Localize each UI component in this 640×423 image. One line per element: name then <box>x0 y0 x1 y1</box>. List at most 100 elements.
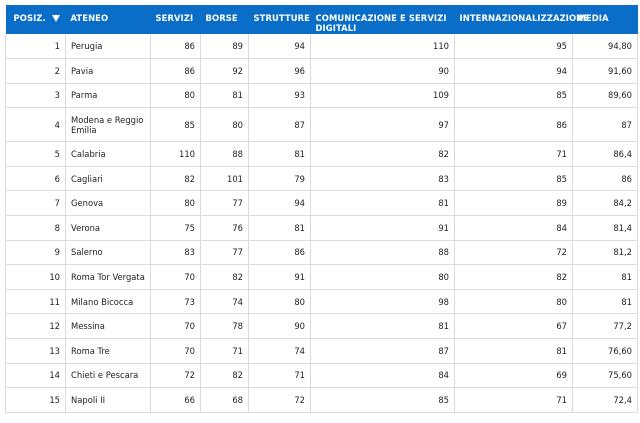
cell-servizi: 86 <box>150 58 201 84</box>
cell-borse: 76 <box>200 215 249 241</box>
header-internazionalizzazione[interactable]: INTERNAZIONALIZZAZIONE <box>454 5 589 34</box>
cell-internazionalizzazione: 80 <box>454 289 573 315</box>
header-ateneo[interactable]: ATENEO <box>65 5 151 34</box>
cell-media: 81,2 <box>572 240 638 266</box>
cell-strutture: 94 <box>248 34 311 60</box>
cell-strutture: 72 <box>248 387 311 413</box>
header-comunicazione[interactable]: COMUNICAZIONE E SERVIZI DIGITALI <box>310 5 455 34</box>
cell-internazionalizzazione: 94 <box>454 58 573 84</box>
cell-comunicazione: 97 <box>310 107 455 143</box>
cell-ateneo: Messina <box>65 313 151 340</box>
cell-borse: 92 <box>200 58 249 84</box>
cell-posiz: 6 <box>5 166 66 192</box>
cell-internazionalizzazione: 85 <box>454 166 573 192</box>
table-row: 5 Calabria 110 88 81 82 71 86,4 <box>5 141 638 167</box>
table-row: 8 Verona 75 76 81 91 84 81,4 <box>5 215 638 241</box>
header-borse[interactable]: BORSE <box>200 5 249 34</box>
header-strutture[interactable]: STRUTTURE <box>248 5 311 34</box>
cell-ateneo: Cagliari <box>65 166 151 192</box>
cell-ateneo: Verona <box>65 215 151 241</box>
cell-strutture: 71 <box>248 363 311 389</box>
cell-comunicazione: 109 <box>310 83 455 109</box>
cell-servizi: 66 <box>150 387 201 413</box>
cell-media: 72,4 <box>572 387 638 413</box>
cell-media: 77,2 <box>572 313 638 340</box>
cell-media: 84,2 <box>572 190 638 217</box>
cell-ateneo: Genova <box>65 190 151 217</box>
cell-comunicazione: 80 <box>310 264 455 290</box>
cell-posiz: 1 <box>5 34 66 60</box>
cell-servizi: 70 <box>150 313 201 340</box>
cell-comunicazione: 110 <box>310 34 455 60</box>
cell-borse: 82 <box>200 363 249 389</box>
cell-media: 94,80 <box>572 34 638 60</box>
cell-strutture: 93 <box>248 83 311 109</box>
cell-comunicazione: 85 <box>310 387 455 413</box>
cell-borse: 77 <box>200 190 249 217</box>
cell-internazionalizzazione: 71 <box>454 387 573 413</box>
cell-servizi: 70 <box>150 338 201 364</box>
table-row: 4 Modena e Reggio Emilia 85 80 87 97 86 87 <box>5 107 638 143</box>
header-servizi[interactable]: SERVIZI <box>150 5 201 34</box>
header-posiz-label: POSIZ. <box>13 13 46 23</box>
cell-media: 75,60 <box>572 363 638 389</box>
cell-strutture: 79 <box>248 166 311 192</box>
cell-strutture: 96 <box>248 58 311 84</box>
cell-servizi: 73 <box>150 289 201 315</box>
header-media[interactable]: MEDIA <box>572 5 638 34</box>
table-row: 15 Napoli II 66 68 72 85 71 72,4 <box>5 387 638 413</box>
cell-media: 81,4 <box>572 215 638 241</box>
cell-strutture: 87 <box>248 107 311 143</box>
cell-strutture: 91 <box>248 264 311 290</box>
cell-servizi: 72 <box>150 363 201 389</box>
cell-internazionalizzazione: 82 <box>454 264 573 290</box>
cell-ateneo: Salerno <box>65 240 151 266</box>
cell-posiz: 8 <box>5 215 66 241</box>
header-posiz[interactable]: POSIZ. <box>5 5 66 34</box>
cell-servizi: 110 <box>150 141 201 167</box>
table-row: 7 Genova 80 77 94 81 89 84,2 <box>5 190 638 217</box>
cell-posiz: 5 <box>5 141 66 167</box>
cell-servizi: 75 <box>150 215 201 241</box>
cell-posiz: 11 <box>5 289 66 315</box>
cell-strutture: 81 <box>248 215 311 241</box>
cell-internazionalizzazione: 69 <box>454 363 573 389</box>
cell-media: 87 <box>572 107 638 143</box>
cell-ateneo: Parma <box>65 83 151 109</box>
table-row: 1 Perugia 86 89 94 110 95 94,80 <box>5 34 638 60</box>
table-row: 14 Chieti e Pescara 72 82 71 84 69 75,60 <box>5 363 638 389</box>
cell-borse: 101 <box>200 166 249 192</box>
cell-media: 86 <box>572 166 638 192</box>
cell-borse: 74 <box>200 289 249 315</box>
cell-servizi: 70 <box>150 264 201 290</box>
cell-strutture: 90 <box>248 313 311 340</box>
cell-ateneo: Roma Tre <box>65 338 151 364</box>
cell-strutture: 80 <box>248 289 311 315</box>
cell-comunicazione: 87 <box>310 338 455 364</box>
cell-comunicazione: 82 <box>310 141 455 167</box>
cell-posiz: 10 <box>5 264 66 290</box>
cell-posiz: 14 <box>5 363 66 389</box>
cell-borse: 88 <box>200 141 249 167</box>
cell-comunicazione: 81 <box>310 313 455 340</box>
table-row: 10 Roma Tor Vergata 70 82 91 80 82 81 <box>5 264 638 290</box>
table-row: 3 Parma 80 81 93 109 85 89,60 <box>5 83 638 109</box>
cell-internazionalizzazione: 72 <box>454 240 573 266</box>
ranking-table: POSIZ. ATENEO SERVIZI BORSE STRUTTURE CO… <box>5 5 638 413</box>
cell-strutture: 94 <box>248 190 311 217</box>
cell-internazionalizzazione: 81 <box>454 338 573 364</box>
cell-media: 89,60 <box>572 83 638 109</box>
cell-borse: 82 <box>200 264 249 290</box>
cell-comunicazione: 83 <box>310 166 455 192</box>
cell-posiz: 12 <box>5 313 66 340</box>
caret-down-icon[interactable] <box>51 15 60 22</box>
cell-comunicazione: 98 <box>310 289 455 315</box>
cell-ateneo: Calabria <box>65 141 151 167</box>
page: POSIZ. ATENEO SERVIZI BORSE STRUTTURE CO… <box>0 0 640 423</box>
cell-internazionalizzazione: 95 <box>454 34 573 60</box>
table-row: 12 Messina 70 78 90 81 67 77,2 <box>5 313 638 340</box>
cell-strutture: 86 <box>248 240 311 266</box>
cell-borse: 78 <box>200 313 249 340</box>
table-row: 6 Cagliari 82 101 79 83 85 86 <box>5 166 638 192</box>
cell-comunicazione: 91 <box>310 215 455 241</box>
